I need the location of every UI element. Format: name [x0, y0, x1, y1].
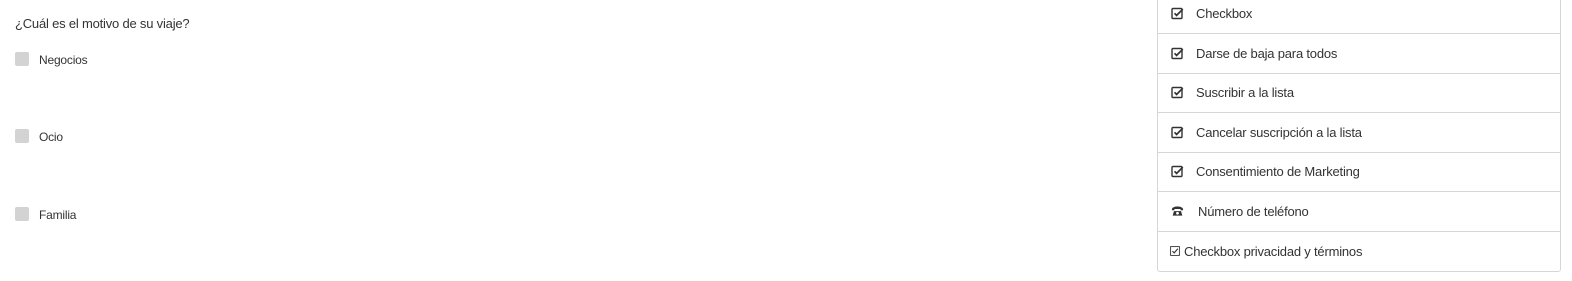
page: ¿Cuál es el motivo de su viaje? Negocios…: [0, 0, 1572, 281]
phone-icon: [1171, 205, 1184, 218]
checkbox-check-icon: [1171, 86, 1184, 99]
option-label: Ocio: [39, 130, 63, 144]
field-item-label: Número de teléfono: [1198, 203, 1309, 219]
field-item-checkbox[interactable]: Checkbox: [1158, 0, 1560, 34]
field-item-label: Darse de baja para todos: [1196, 45, 1338, 61]
checkbox[interactable]: [15, 207, 29, 221]
option-negocios[interactable]: Negocios: [15, 51, 88, 67]
ballot-box-check-icon: [1169, 245, 1180, 258]
option-label: Familia: [39, 208, 77, 222]
field-item-privacy-terms[interactable]: Checkbox privacidad y términos: [1158, 232, 1560, 272]
field-item-label: Checkbox: [1196, 5, 1253, 21]
field-item-label: Consentimiento de Marketing: [1196, 164, 1360, 180]
checkbox-check-icon: [1171, 165, 1184, 178]
question-label: ¿Cuál es el motivo de su viaje?: [15, 16, 190, 31]
field-item-subscribe-list[interactable]: Suscribir a la lista: [1158, 74, 1560, 113]
field-item-cancel-subscription[interactable]: Cancelar suscripción a la lista: [1158, 113, 1560, 153]
checkbox-check-icon: [1171, 126, 1184, 139]
field-item-label: Checkbox privacidad y términos: [1184, 243, 1363, 259]
field-item-label: Suscribir a la lista: [1196, 85, 1294, 101]
checkbox-check-icon: [1171, 47, 1184, 60]
option-label: Negocios: [39, 53, 88, 67]
checkbox-check-icon: [1171, 7, 1184, 20]
field-item-unsubscribe-all[interactable]: Darse de baja para todos: [1158, 34, 1560, 74]
option-ocio[interactable]: Ocio: [15, 128, 63, 144]
field-item-label: Cancelar suscripción a la lista: [1196, 124, 1362, 140]
field-item-marketing-consent[interactable]: Consentimiento de Marketing: [1158, 153, 1560, 192]
field-type-list: Checkbox Darse de baja para todos Suscri…: [1157, 0, 1561, 272]
field-item-phone-number[interactable]: Número de teléfono: [1158, 192, 1560, 232]
option-familia[interactable]: Familia: [15, 206, 76, 222]
checkbox[interactable]: [15, 129, 29, 143]
checkbox[interactable]: [15, 52, 29, 66]
